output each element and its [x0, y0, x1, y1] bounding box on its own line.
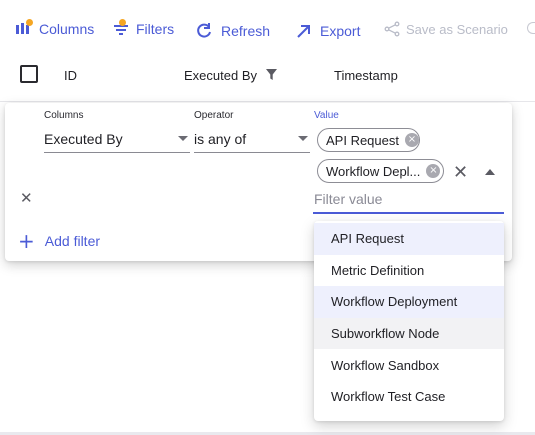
filter-funnel-icon[interactable] — [266, 68, 277, 83]
columns-label: Columns — [39, 21, 95, 37]
chevron-up-icon[interactable] — [485, 169, 495, 175]
operator-select-value: is any of — [194, 130, 247, 147]
value-chip-label: Workflow Depl... — [326, 163, 421, 179]
grid-header-row: ID Executed By Timestamp — [0, 56, 535, 102]
filters-label: Filters — [136, 21, 175, 37]
export-icon — [294, 22, 312, 40]
option-workflow-sandbox[interactable]: Workflow Sandbox — [314, 349, 504, 381]
filters-badge — [119, 19, 126, 26]
columns-select[interactable]: Executed By — [44, 125, 190, 153]
save-scenario-button[interactable]: Save as Scenario — [384, 18, 508, 40]
app-root: Columns Filters Refresh Export Save as S… — [0, 0, 535, 435]
refresh-icon — [195, 22, 213, 40]
delete-filter-icon[interactable]: ✕ — [20, 189, 33, 207]
option-workflow-test-case[interactable]: Workflow Test Case — [314, 381, 504, 413]
value-chip-label: API Request — [326, 132, 399, 148]
header-executed-by[interactable]: Executed By — [184, 68, 277, 83]
chip-remove-icon[interactable]: × — [426, 164, 441, 178]
more-icon[interactable] — [527, 22, 535, 34]
header-executed-by-label: Executed By — [184, 68, 257, 83]
clear-value-icon[interactable]: ✕ — [453, 162, 468, 183]
export-label: Export — [320, 23, 361, 39]
add-filter-label: Add filter — [44, 233, 101, 249]
save-scenario-label: Save as Scenario — [406, 21, 508, 37]
chevron-down-icon — [298, 136, 308, 141]
chip-remove-icon[interactable]: × — [405, 133, 419, 147]
option-workflow-deployment[interactable]: Workflow Deployment — [314, 286, 504, 318]
columns-badge — [26, 19, 33, 26]
filter-value-input[interactable]: Filter value — [313, 186, 504, 214]
grid-toolbar: Columns Filters Refresh Export Save as S… — [0, 0, 535, 56]
value-options-dropdown: API Request Metric Definition Workflow D… — [314, 221, 504, 421]
filter-value-placeholder: Filter value — [314, 191, 383, 207]
value-chip[interactable]: API Request × — [317, 128, 420, 152]
select-all-checkbox[interactable] — [20, 65, 38, 83]
columns-field-label: Columns — [44, 110, 84, 121]
plus-icon: + — [18, 229, 35, 253]
columns-button[interactable]: Columns — [15, 18, 94, 40]
option-metric-definition[interactable]: Metric Definition — [314, 255, 504, 287]
header-id[interactable]: ID — [64, 68, 77, 83]
filter-icon — [112, 19, 130, 38]
operator-field-label: Operator — [194, 110, 234, 121]
share-icon — [384, 20, 400, 38]
refresh-button[interactable]: Refresh — [195, 20, 270, 42]
columns-icon — [15, 19, 33, 38]
header-timestamp[interactable]: Timestamp — [334, 68, 398, 83]
chevron-down-icon — [178, 136, 188, 141]
operator-select[interactable]: is any of — [194, 125, 310, 153]
columns-select-value: Executed By — [44, 130, 123, 147]
add-filter-button[interactable]: + Add filter — [18, 231, 100, 251]
value-field-label: Value — [314, 110, 339, 121]
refresh-label: Refresh — [221, 23, 271, 39]
option-subworkflow-node[interactable]: Subworkflow Node — [314, 317, 504, 350]
filters-button[interactable]: Filters — [112, 18, 174, 40]
value-chip[interactable]: Workflow Depl... × — [317, 159, 444, 183]
option-api-request[interactable]: API Request — [314, 223, 504, 255]
export-button[interactable]: Export — [294, 20, 360, 42]
